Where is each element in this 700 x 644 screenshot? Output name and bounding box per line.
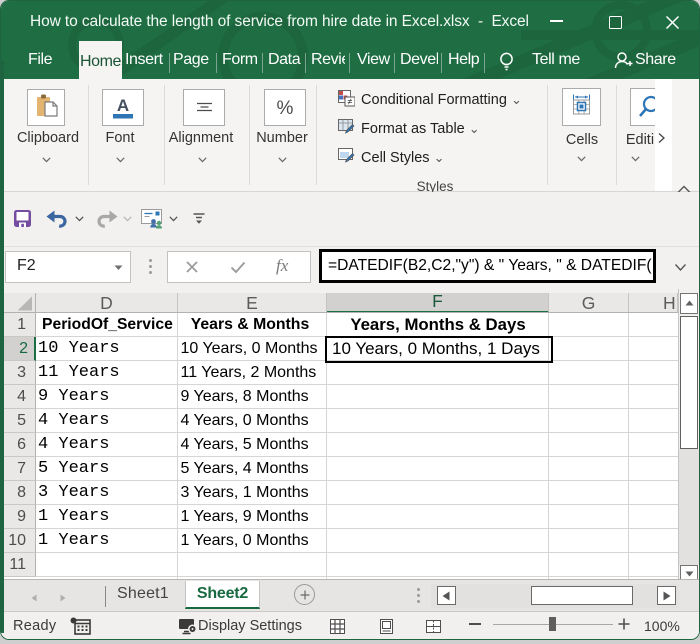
svg-text:%: % xyxy=(277,98,294,119)
svg-text:A: A xyxy=(117,96,129,115)
svg-text:≠: ≠ xyxy=(348,97,353,107)
